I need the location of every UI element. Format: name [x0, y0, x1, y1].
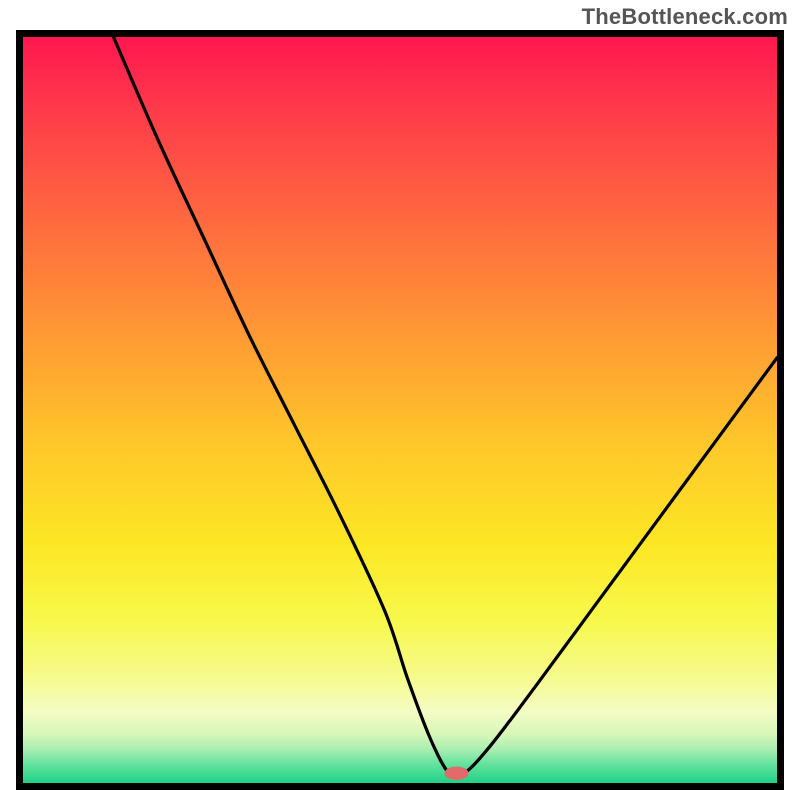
plot-svg [23, 37, 777, 783]
chart-container: { "watermark": "TheBottleneck.com", "cha… [0, 0, 800, 800]
minimum-marker [444, 767, 468, 780]
gradient-background [23, 37, 777, 783]
watermark-text: TheBottleneck.com [582, 4, 788, 30]
plot-frame [16, 30, 784, 790]
